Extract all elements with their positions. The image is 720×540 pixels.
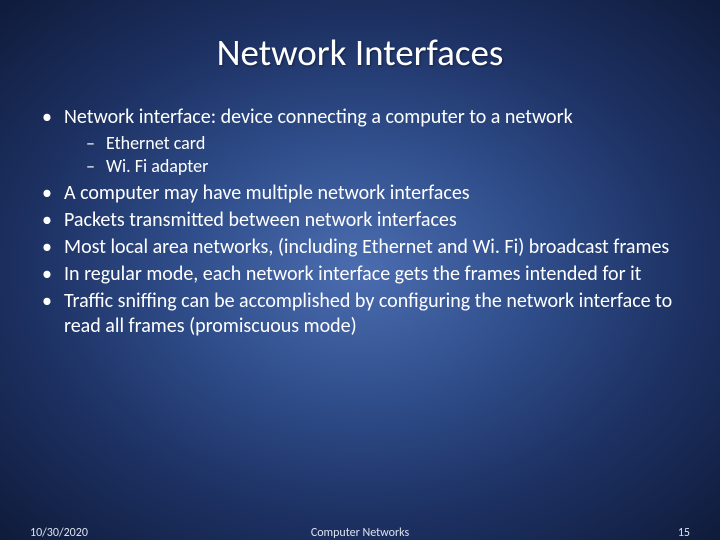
slide-content: Network interface: device connecting a c… (0, 75, 720, 339)
bullet-text-pre: Traffic sniffing can be accomplished by … (64, 289, 672, 338)
sub-bullet-text: Ethernet card (106, 132, 205, 154)
bullet-item: Packets transmitted between network inte… (40, 208, 680, 233)
sub-bullet-list: Ethernet card Wi. Fi adapter (86, 132, 680, 177)
bullet-text: Network interface: device connecting a c… (64, 105, 573, 129)
footer-center: Computer Networks (0, 526, 720, 540)
bullet-item: A computer may have multiple network int… (40, 181, 680, 206)
slide-title: Network Interfaces (0, 0, 720, 75)
slide: Network Interfaces Network interface: de… (0, 0, 720, 540)
bullet-item: Traffic sniffing can be accomplished by … (40, 289, 680, 339)
bullet-text: Most local area networks, (including Eth… (64, 235, 669, 259)
bullet-item: In regular mode, each network interface … (40, 262, 680, 287)
sub-bullet-item: Wi. Fi adapter (86, 155, 680, 178)
bullet-item: Network interface: device connecting a c… (40, 105, 680, 177)
bullet-text-post: ) (351, 314, 357, 338)
bullet-item: Most local area networks, (including Eth… (40, 235, 680, 260)
bullet-text: Packets transmitted between network inte… (64, 208, 457, 232)
bullet-list: Network interface: device connecting a c… (40, 105, 680, 339)
sub-bullet-text: Wi. Fi adapter (106, 155, 208, 177)
bullet-text: In regular mode, each network interface … (64, 262, 641, 286)
sub-bullet-item: Ethernet card (86, 132, 680, 155)
footer-page-number: 15 (678, 526, 690, 540)
bullet-text: A computer may have multiple network int… (64, 181, 470, 205)
promiscuous-mode-text: promiscuous mode (195, 314, 350, 338)
